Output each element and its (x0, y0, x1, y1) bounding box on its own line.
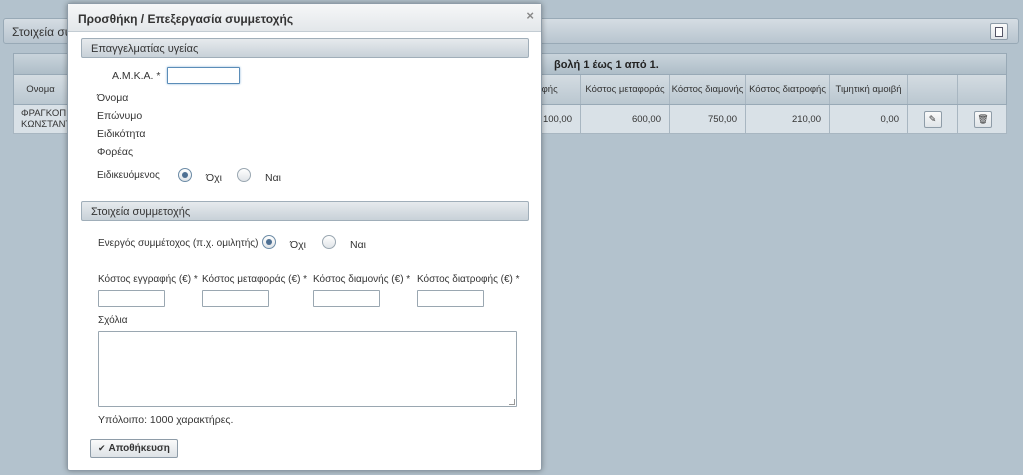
document-icon (995, 26, 1003, 37)
section-header-participation: Στοιχεία συμμετοχής (81, 201, 529, 221)
cell-accommodation-cost: 750,00 (670, 105, 746, 133)
resident-no-radio[interactable] (178, 168, 192, 182)
column-header-food[interactable]: Κόστος διατροφής (746, 75, 830, 104)
participation-dialog: Προσθήκη / Επεξεργασία συμμετοχής × Επαγ… (67, 3, 542, 471)
transport-cost-input[interactable] (202, 290, 269, 307)
active-no-label: Όχι (290, 239, 306, 251)
cell-food-cost: 210,00 (746, 105, 830, 133)
cell-delete: 🗑 (958, 105, 1008, 133)
trash-icon: 🗑 (977, 113, 989, 124)
registration-cost-label: Κόστος εγγραφής (€) * (98, 274, 198, 285)
export-button[interactable] (990, 23, 1008, 40)
column-header-name[interactable]: Ονομα (14, 75, 68, 104)
close-icon[interactable]: × (526, 8, 534, 23)
resident-label: Ειδικευόμενος (97, 170, 160, 181)
pager-text: βολή 1 έως 1 από 1. (554, 59, 659, 71)
food-cost-input[interactable] (417, 290, 484, 307)
cell-name: ΦΡΑΓΚΟΠ ΚΩΝΣΤΑΝΤ (14, 105, 71, 133)
cell-honorarium: 0,00 (830, 105, 908, 133)
delete-button[interactable]: 🗑 (974, 110, 992, 128)
section-title-participation: Στοιχεία συμμετοχής (91, 206, 191, 218)
cell-transport-cost: 600,00 (581, 105, 670, 133)
dialog-titlebar[interactable]: Προσθήκη / Επεξεργασία συμμετοχής × (68, 4, 541, 32)
column-header-edit (908, 75, 958, 104)
active-participant-label: Ενεργός συμμέτοχος (π.χ. ομιλητής) (98, 238, 259, 249)
surname-label: Επώνυμο (97, 110, 143, 122)
resident-yes-radio[interactable] (237, 168, 251, 182)
remaining-characters-text: Υπόλοιπο: 1000 χαρακτήρες. (98, 414, 234, 426)
food-cost-label: Κόστος διατροφής (€) * (417, 274, 520, 285)
active-yes-radio[interactable] (322, 235, 336, 249)
resize-grip-icon[interactable] (509, 399, 515, 405)
registration-cost-input[interactable] (98, 290, 165, 307)
check-icon: ✔ (98, 443, 106, 453)
specialty-label: Ειδικότητα (97, 128, 146, 140)
dialog-title: Προσθήκη / Επεξεργασία συμμετοχής (78, 12, 294, 26)
comments-textarea[interactable] (98, 331, 517, 407)
amka-label: Α.Μ.Κ.Α. * (112, 70, 161, 82)
resident-no-label: Όχι (206, 172, 222, 184)
edit-button[interactable]: ✎ (923, 110, 942, 128)
transport-cost-label: Κόστος μεταφοράς (€) * (202, 274, 308, 285)
comments-label: Σχόλια (98, 315, 128, 326)
accommodation-cost-label: Κόστος διαμονής (€) * (313, 274, 411, 285)
column-header-accommodation[interactable]: Κόστος διαμονής (670, 75, 746, 104)
save-button[interactable]: ✔ Αποθήκευση (90, 439, 178, 458)
organization-label: Φορέας (97, 146, 134, 158)
save-button-label: Αποθήκευση (108, 443, 170, 454)
cell-edit: ✎ (908, 105, 958, 133)
accommodation-cost-input[interactable] (313, 290, 380, 307)
pencil-icon: ✎ (928, 113, 937, 124)
name-label: Όνομα (97, 92, 129, 104)
amka-input[interactable] (167, 67, 240, 84)
column-header-honorarium[interactable]: Τιμητική αμοιβή (830, 75, 908, 104)
section-title-health-professional: Επαγγελματίας υγείας (91, 43, 199, 55)
column-header-transport[interactable]: Κόστος μεταφοράς (581, 75, 670, 104)
active-no-radio[interactable] (262, 235, 276, 249)
section-header-health-professional: Επαγγελματίας υγείας (81, 38, 529, 58)
active-yes-label: Ναι (350, 239, 366, 251)
resident-yes-label: Ναι (265, 172, 281, 184)
